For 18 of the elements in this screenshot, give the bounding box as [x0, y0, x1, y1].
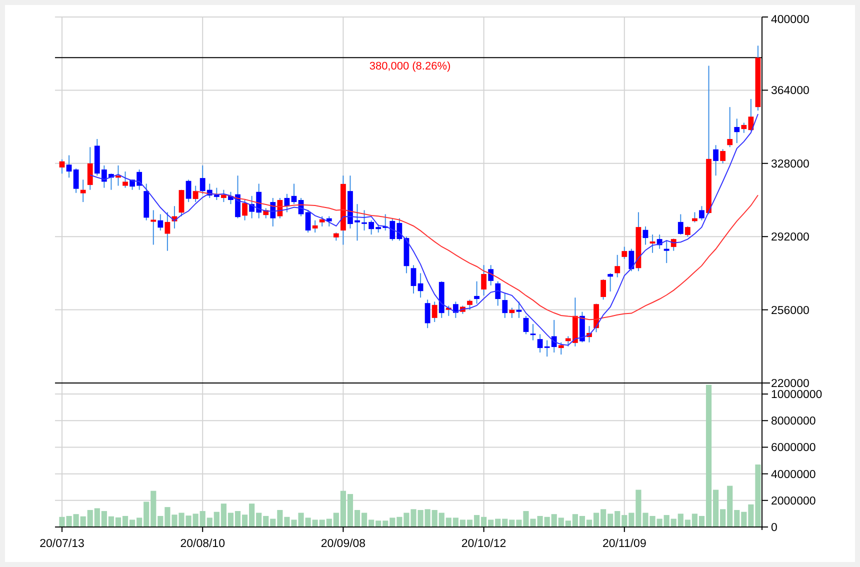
axis-label: 256000: [771, 304, 810, 317]
axis-label: 20/07/13: [40, 538, 84, 550]
axis-label: 292000: [771, 232, 810, 244]
axis-label: 10000000: [771, 389, 822, 402]
axis-label: 20/11/09: [602, 538, 646, 550]
axis-label: 220000: [771, 378, 810, 390]
axis-label: 6000000: [771, 442, 816, 454]
axis-label: 20/08/10: [180, 538, 225, 550]
axis-label: 400000: [771, 14, 810, 26]
axis-label: 0: [771, 522, 778, 534]
axis-label: 20/09/08: [320, 538, 366, 550]
axis-label: 4000000: [771, 468, 816, 481]
axis-label: 328000: [771, 158, 810, 170]
axis-label: 8000000: [771, 416, 816, 428]
axis-label: 2000000: [771, 495, 816, 508]
reference-line-label: 380,000 (8.26%): [369, 60, 451, 73]
axis-label: 20/10/12: [461, 538, 506, 550]
axis-label: 364000: [771, 85, 810, 98]
